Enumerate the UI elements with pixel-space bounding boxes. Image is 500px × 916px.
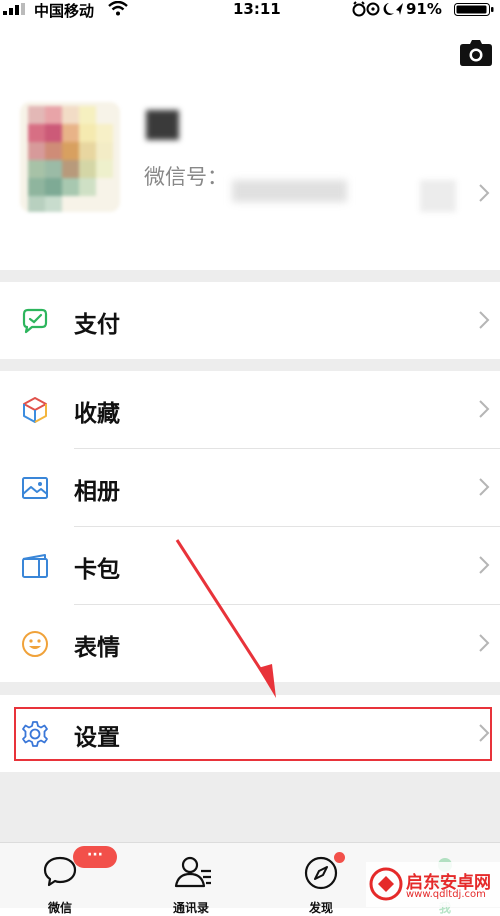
wechat-id-label: 微信号：	[144, 165, 228, 189]
image-album-icon	[22, 477, 48, 499]
discover-dot-badge	[334, 852, 345, 863]
wallet-pay-icon	[22, 308, 48, 334]
wifi-icon	[108, 1, 128, 16]
qr-code-blurred[interactable]	[420, 180, 456, 212]
section-gap	[0, 681, 500, 695]
alarm-orientation-moon-location-icons	[352, 1, 403, 17]
menu-label-favorites: 收藏	[74, 401, 120, 427]
tab-label-discover: 发现	[308, 901, 333, 915]
menu-item-cards[interactable]: 卡包	[0, 527, 500, 604]
menu-label-cards: 卡包	[74, 557, 120, 583]
battery-percent: 91%	[406, 0, 442, 18]
chevron-right-icon	[479, 478, 490, 496]
chevron-right-icon	[479, 556, 490, 574]
avatar[interactable]	[20, 102, 120, 212]
status-bar: 中国移动 13:11 91%	[0, 0, 500, 20]
nickname-blurred	[146, 110, 179, 140]
section-gap	[0, 270, 500, 282]
tab-label-chats: 微信	[47, 901, 72, 915]
menu-item-album[interactable]: 相册	[0, 449, 500, 526]
menu-item-pay[interactable]: 支付	[0, 282, 500, 359]
watermark-url: www.qdltdj.com	[406, 889, 486, 900]
menu-label-stickers: 表情	[74, 635, 120, 661]
wechat-id-blurred	[232, 180, 347, 202]
tab-label-contacts: 通讯录	[172, 901, 209, 915]
carrier-name: 中国移动	[34, 2, 95, 20]
unread-badge: ···	[73, 846, 117, 868]
battery-icon	[454, 3, 494, 16]
menu-label-pay: 支付	[74, 312, 120, 338]
tab-discover[interactable]: 发现	[276, 843, 366, 915]
section-gap	[0, 359, 500, 371]
cube-favorites-icon	[23, 397, 47, 423]
chevron-right-icon	[479, 634, 490, 652]
signal-strength-icon	[3, 3, 25, 15]
menu-item-favorites[interactable]: 收藏	[0, 371, 500, 448]
bottom-filler	[0, 772, 500, 842]
chevron-right-icon	[479, 400, 490, 418]
tab-contacts[interactable]: 通讯录	[146, 843, 236, 915]
card-wallet-icon	[22, 554, 48, 578]
menu-label-album: 相册	[74, 479, 120, 505]
settings-highlight-box	[14, 707, 492, 761]
compass-icon	[304, 856, 338, 890]
contacts-icon	[174, 856, 211, 888]
menu-item-stickers[interactable]: 表情	[0, 605, 500, 682]
camera-icon[interactable]	[460, 40, 492, 66]
chevron-right-icon	[479, 184, 490, 202]
smiley-sticker-icon	[22, 631, 48, 657]
chevron-right-icon	[479, 311, 490, 329]
clock-time: 13:11	[233, 0, 281, 18]
